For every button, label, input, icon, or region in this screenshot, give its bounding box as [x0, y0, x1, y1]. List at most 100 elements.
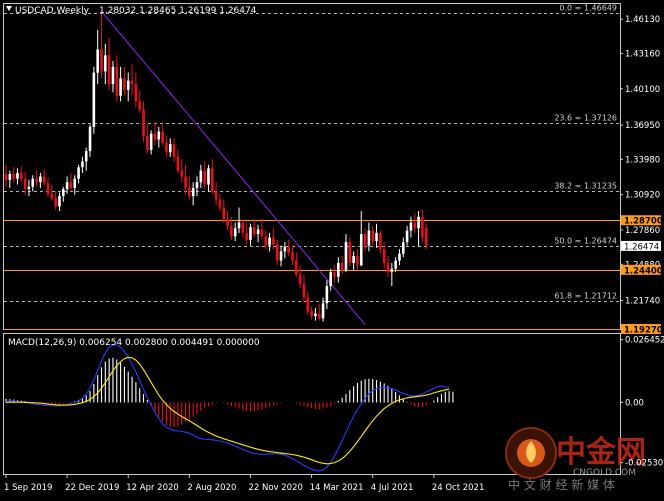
symbol-timeframe: USDCAD,Weekly	[15, 6, 90, 16]
time-tick-label: 1 Sep 2019	[4, 483, 52, 493]
candle-body	[245, 232, 248, 240]
candle-body	[218, 199, 222, 208]
macd-tick-label: -0.025307	[625, 459, 664, 469]
fib-level-label: 0.0 = 1.46649	[559, 4, 617, 13]
time-tick-label: 22 Dec 2019	[65, 483, 119, 493]
candle-body	[401, 242, 405, 254]
time-tick-label: 4 Jul 2021	[371, 483, 414, 493]
candle-body	[142, 109, 145, 137]
candle-body	[264, 236, 268, 246]
candle-body	[195, 182, 199, 188]
candle-body	[134, 84, 138, 102]
candle-body	[157, 131, 161, 140]
price-tick-label: 1.40100	[625, 85, 660, 95]
candle-body	[123, 78, 126, 90]
candle-body	[161, 131, 164, 143]
watermark-subtitle: 中 文 财 经 新 媒 体	[508, 477, 615, 492]
candle-body	[77, 167, 80, 179]
candle-body	[302, 283, 306, 298]
time-tick-label: 14 Mar 2021	[310, 483, 364, 493]
candle-body	[96, 49, 99, 73]
candle-body	[337, 262, 340, 277]
level-price-box: 1.24400	[621, 264, 663, 276]
candle-body	[356, 255, 359, 266]
time-tick-label: 22 Nov 2020	[248, 483, 302, 493]
candle-body	[111, 66, 115, 85]
candle-body	[363, 234, 367, 246]
candle-body	[107, 55, 111, 85]
candle-body	[405, 230, 409, 243]
candle-body	[149, 133, 153, 150]
candle-body	[379, 232, 382, 250]
candle-body	[348, 242, 352, 263]
candle-body	[165, 142, 168, 153]
macd-tick-label: 0.00	[625, 398, 644, 408]
candle-body	[214, 191, 218, 200]
candle-body	[283, 246, 287, 252]
candle-body	[421, 216, 424, 238]
candle-body	[291, 252, 294, 261]
candle-body	[42, 176, 46, 184]
candle-body	[153, 133, 157, 140]
trading-chart[interactable]: 中金网 CNGOLD.COM 中 文 财 经 新 媒 体 0.0 = 1.466…	[0, 0, 664, 501]
level-price-box-label: 1.28700	[624, 217, 663, 227]
fib-level-label: 50.0 = 1.26474	[554, 237, 617, 246]
candle-body	[237, 222, 241, 229]
candle-body	[35, 178, 38, 183]
candle-body	[253, 227, 256, 235]
candle-body	[222, 207, 226, 220]
candle-body	[126, 80, 130, 90]
candle-body	[375, 232, 378, 242]
candle-body	[413, 222, 417, 229]
candle-body	[39, 176, 42, 183]
candle-body	[295, 260, 298, 275]
candle-body	[226, 219, 229, 227]
watermark-domain: CNGOLD.COM	[573, 468, 636, 478]
candle-body	[184, 176, 187, 188]
candle-body	[180, 170, 184, 177]
candle-body	[81, 161, 84, 168]
candle-body	[130, 80, 134, 85]
fib-level-label: 23.6 = 1.37126	[554, 114, 617, 123]
candle-body	[279, 251, 283, 261]
candle-body	[16, 172, 19, 179]
fib-level-label: 61.8 = 1.21712	[554, 292, 617, 301]
candle-body	[58, 196, 61, 207]
candle-body	[168, 144, 172, 153]
macd-tick-label: 0.026452	[625, 336, 664, 346]
candle-body	[73, 178, 77, 188]
candle-body	[314, 313, 317, 316]
candle-body	[333, 272, 336, 277]
candle-body	[172, 144, 176, 157]
candlestick	[92, 66, 96, 134]
candle-body	[230, 226, 233, 237]
candle-body	[249, 227, 252, 240]
candle-body	[50, 193, 54, 199]
current-price-box: 1.26474	[621, 240, 661, 252]
candle-body	[207, 168, 210, 185]
level-price-box: 1.28700	[621, 215, 663, 227]
candle-body	[386, 262, 390, 273]
candle-body	[19, 172, 23, 179]
candle-body	[100, 49, 103, 72]
candle-body	[394, 260, 397, 269]
candle-body	[191, 187, 195, 197]
candle-body	[27, 186, 31, 190]
candle-body	[321, 303, 325, 319]
candle-body	[409, 222, 413, 231]
candle-body	[12, 174, 15, 179]
candle-body	[188, 187, 191, 197]
candle-body	[176, 156, 180, 171]
level-price-box-label: 1.24400	[624, 266, 663, 276]
candle-body	[54, 198, 57, 207]
candle-body	[23, 178, 27, 190]
candle-body	[417, 216, 420, 229]
fib-level-label: 38.2 = 1.31235	[554, 182, 617, 191]
price-tick-label: 1.21740	[625, 297, 660, 307]
price-tick-label: 1.27860	[625, 226, 660, 236]
ohlc-values: 1.28032 1.28465 1.26199 1.26474	[99, 6, 257, 16]
candle-body	[352, 255, 355, 263]
candle-body	[241, 222, 245, 233]
candle-body	[199, 170, 203, 183]
price-tick-label: 1.33980	[625, 155, 660, 165]
